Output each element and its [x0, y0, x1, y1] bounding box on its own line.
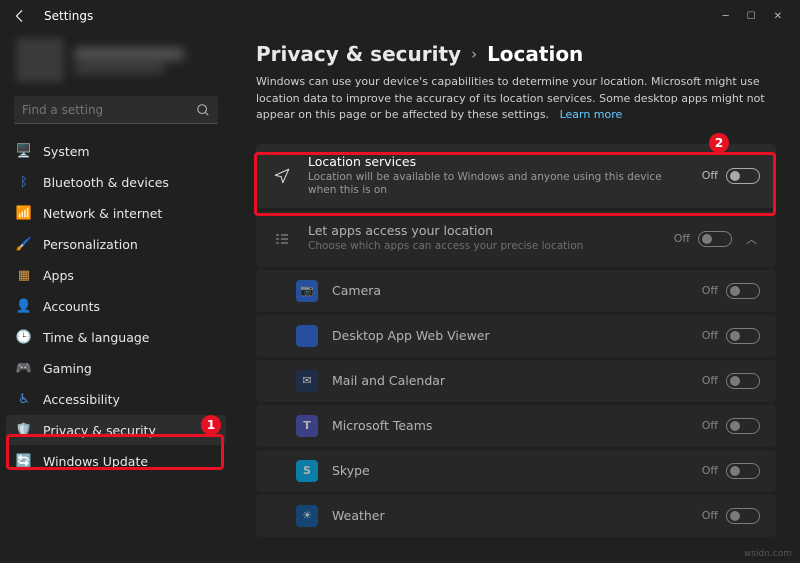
- location-services-subtitle: Location will be available to Windows an…: [308, 171, 688, 198]
- sidebar-item-label: Network & internet: [43, 206, 162, 221]
- app-state-label: Off: [702, 464, 718, 477]
- breadcrumb-parent[interactable]: Privacy & security: [256, 42, 461, 66]
- list-icon: [272, 229, 292, 249]
- app-row[interactable]: ☀ Weather Off: [256, 495, 776, 537]
- avatar: [16, 38, 64, 82]
- location-services-title: Location services: [308, 154, 702, 169]
- apps-header-state: Off: [674, 232, 690, 245]
- app-name: Desktop App Web Viewer: [332, 328, 702, 343]
- app-toggle[interactable]: [726, 328, 760, 344]
- profile-email: [74, 64, 164, 73]
- let-apps-access-card[interactable]: Let apps access your location Choose whi…: [256, 211, 776, 267]
- sidebar-item-windows-update[interactable]: 🔄 Windows Update: [6, 446, 226, 476]
- app-row[interactable]: ✉ Mail and Calendar Off: [256, 360, 776, 402]
- breadcrumb: Privacy & security › Location: [256, 42, 776, 66]
- sidebar-item-label: Windows Update: [43, 454, 148, 469]
- maximize-button[interactable]: ☐: [747, 11, 756, 22]
- accessibility-icon: ♿: [16, 391, 32, 407]
- app-icon: [296, 325, 318, 347]
- location-services-card[interactable]: Location services Location will be avail…: [256, 144, 776, 208]
- page-title: Location: [487, 42, 583, 66]
- sidebar-item-network-internet[interactable]: 📶 Network & internet: [6, 198, 226, 228]
- wifi-icon: 📶: [16, 205, 32, 221]
- back-button[interactable]: [8, 4, 32, 28]
- app-state-label: Off: [702, 509, 718, 522]
- sidebar-item-label: Personalization: [43, 237, 138, 252]
- app-icon: S: [296, 460, 318, 482]
- search-input[interactable]: [14, 96, 218, 124]
- monitor-icon: 🖥️: [16, 143, 32, 159]
- user-profile[interactable]: [6, 32, 226, 96]
- profile-name: [74, 48, 184, 60]
- gaming-icon: 🎮: [16, 360, 32, 376]
- app-name: Skype: [332, 463, 702, 478]
- sidebar-item-accessibility[interactable]: ♿ Accessibility: [6, 384, 226, 414]
- location-arrow-icon: [272, 166, 292, 186]
- bluetooth-icon: ᛒ: [16, 174, 32, 190]
- sidebar-item-personalization[interactable]: 🖌️ Personalization: [6, 229, 226, 259]
- app-name: Camera: [332, 283, 702, 298]
- watermark: wsidn.com: [744, 549, 792, 559]
- app-icon: 📷: [296, 280, 318, 302]
- window-title: Settings: [44, 9, 93, 23]
- app-icon: T: [296, 415, 318, 437]
- app-row[interactable]: 📷 Camera Off: [256, 270, 776, 312]
- chevron-right-icon: ›: [471, 45, 477, 63]
- brush-icon: 🖌️: [16, 236, 32, 252]
- sidebar-item-label: System: [43, 144, 90, 159]
- app-toggle[interactable]: [726, 418, 760, 434]
- app-name: Microsoft Teams: [332, 418, 702, 433]
- sidebar-item-gaming[interactable]: 🎮 Gaming: [6, 353, 226, 383]
- app-state-label: Off: [702, 374, 718, 387]
- app-row[interactable]: S Skype Off: [256, 450, 776, 492]
- app-row[interactable]: T Microsoft Teams Off: [256, 405, 776, 447]
- sidebar-item-label: Accessibility: [43, 392, 120, 407]
- app-toggle[interactable]: [726, 283, 760, 299]
- app-state-label: Off: [702, 284, 718, 297]
- location-services-state: Off: [702, 169, 718, 182]
- apps-header-toggle[interactable]: [698, 231, 732, 247]
- apps-icon: ▦: [16, 267, 32, 283]
- app-state-label: Off: [702, 419, 718, 432]
- sidebar-item-label: Gaming: [43, 361, 92, 376]
- sidebar-item-time-language[interactable]: 🕒 Time & language: [6, 322, 226, 352]
- app-name: Weather: [332, 508, 702, 523]
- sidebar-item-label: Bluetooth & devices: [43, 175, 169, 190]
- learn-more-link[interactable]: Learn more: [560, 108, 623, 121]
- sidebar-item-apps[interactable]: ▦ Apps: [6, 260, 226, 290]
- sidebar-item-label: Apps: [43, 268, 74, 283]
- app-icon: ☀: [296, 505, 318, 527]
- sidebar-item-privacy-security[interactable]: 🛡️ Privacy & security: [6, 415, 226, 445]
- page-description: Windows can use your device's capabiliti…: [256, 74, 766, 124]
- app-row[interactable]: Desktop App Web Viewer Off: [256, 315, 776, 357]
- location-services-toggle[interactable]: [726, 168, 760, 184]
- app-icon: ✉: [296, 370, 318, 392]
- clock-icon: 🕒: [16, 329, 32, 345]
- apps-header-title: Let apps access your location: [308, 223, 674, 238]
- chevron-up-icon: ︿: [746, 231, 760, 247]
- shield-icon: 🛡️: [16, 422, 32, 438]
- app-toggle[interactable]: [726, 373, 760, 389]
- update-icon: 🔄: [16, 453, 32, 469]
- app-toggle[interactable]: [726, 508, 760, 524]
- sidebar-item-label: Accounts: [43, 299, 100, 314]
- sidebar-item-system[interactable]: 🖥️ System: [6, 136, 226, 166]
- sidebar-item-accounts[interactable]: 👤 Accounts: [6, 291, 226, 321]
- sidebar-item-bluetooth-devices[interactable]: ᛒ Bluetooth & devices: [6, 167, 226, 197]
- sidebar-item-label: Time & language: [43, 330, 149, 345]
- search-icon: [196, 102, 210, 121]
- sidebar-item-label: Privacy & security: [43, 423, 156, 438]
- close-button[interactable]: ✕: [774, 11, 782, 22]
- minimize-button[interactable]: ─: [723, 11, 729, 22]
- app-toggle[interactable]: [726, 463, 760, 479]
- apps-header-subtitle: Choose which apps can access your precis…: [308, 240, 674, 254]
- person-icon: 👤: [16, 298, 32, 314]
- app-state-label: Off: [702, 329, 718, 342]
- app-name: Mail and Calendar: [332, 373, 702, 388]
- arrow-left-icon: [13, 9, 27, 23]
